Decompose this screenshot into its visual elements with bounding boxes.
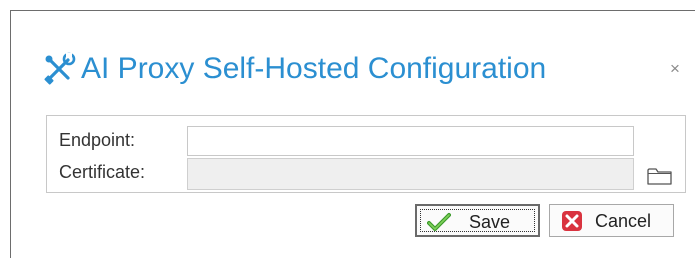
- certificate-label: Certificate:: [59, 162, 146, 182]
- config-dialog: AI Proxy Self-Hosted Configuration × End…: [10, 10, 695, 258]
- certificate-input[interactable]: [187, 158, 634, 190]
- tools-icon: [44, 52, 76, 85]
- endpoint-input[interactable]: [187, 126, 634, 156]
- save-button[interactable]: Save: [415, 204, 540, 237]
- cancel-icon: [562, 211, 582, 231]
- close-icon: ×: [670, 59, 680, 78]
- folder-icon[interactable]: [646, 166, 674, 186]
- checkmark-icon: [427, 213, 451, 231]
- form-panel: Endpoint: Certificate:: [46, 115, 686, 193]
- endpoint-label: Endpoint:: [59, 130, 136, 150]
- dialog-title-row: AI Proxy Self-Hosted Configuration: [41, 49, 546, 89]
- save-button-label: Save: [469, 212, 511, 232]
- cancel-button[interactable]: Cancel: [549, 204, 674, 237]
- close-button[interactable]: ×: [666, 58, 684, 80]
- dialog-title: AI Proxy Self-Hosted Configuration: [81, 52, 547, 85]
- cancel-button-label: Cancel: [595, 211, 652, 231]
